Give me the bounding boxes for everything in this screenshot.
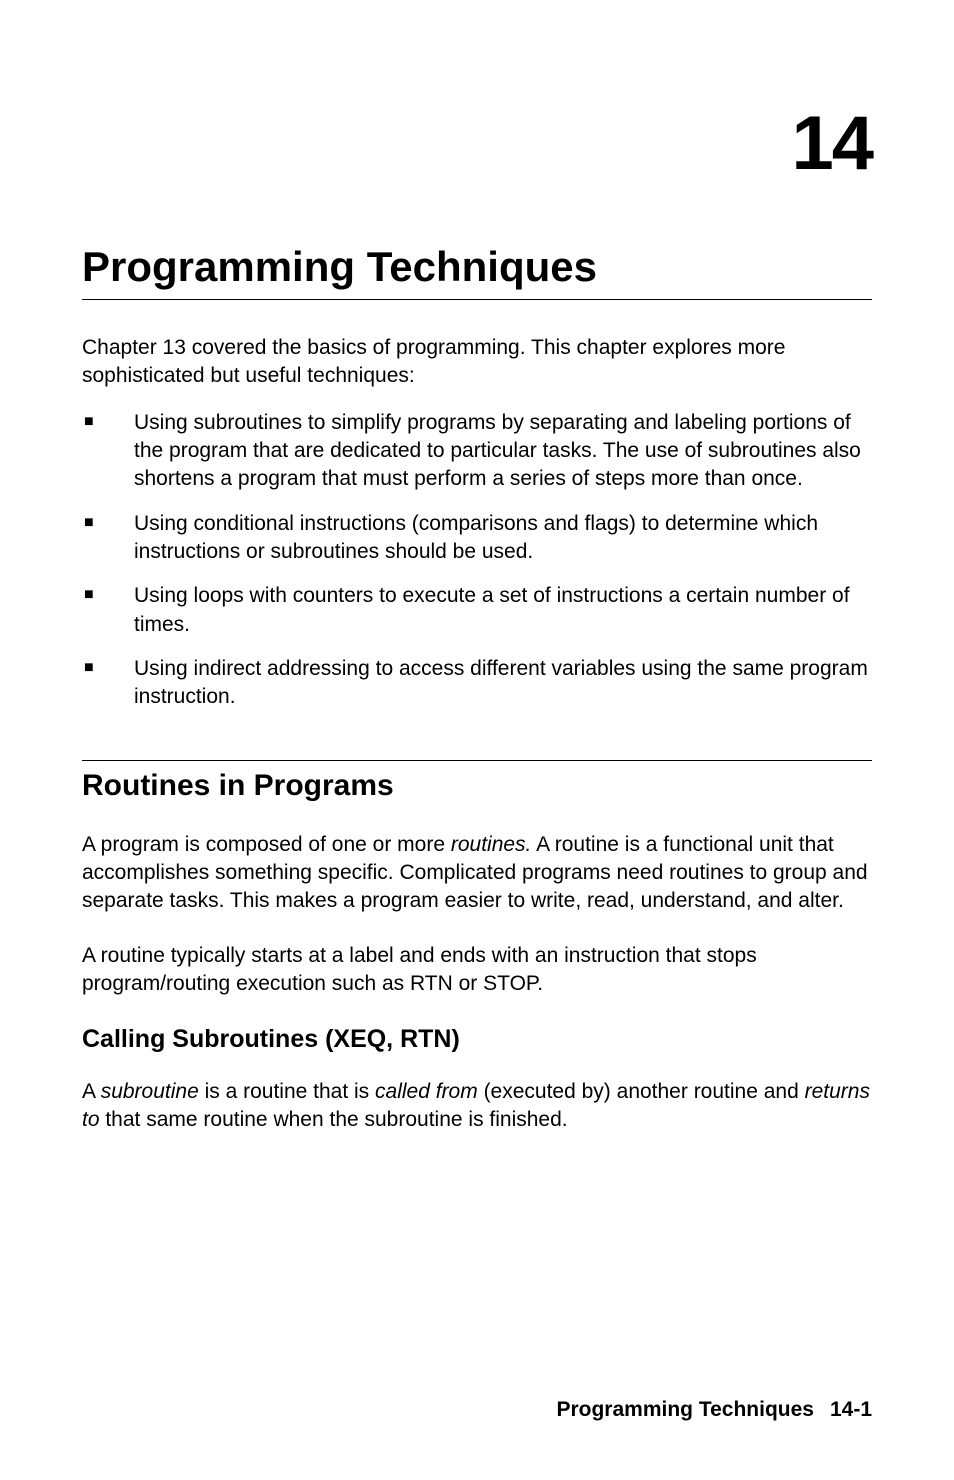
- italic-text: called from: [375, 1080, 478, 1103]
- list-item: Using indirect addressing to access diff…: [82, 655, 872, 712]
- intro-paragraph: Chapter 13 covered the basics of program…: [82, 334, 872, 391]
- footer-label: Programming Techniques: [556, 1398, 814, 1421]
- subsection-title: Calling Subroutines (XEQ, RTN): [82, 1025, 872, 1054]
- list-item: Using loops with counters to execute a s…: [82, 582, 872, 639]
- list-item: Using conditional instructions (comparis…: [82, 510, 872, 567]
- text-run: A program is composed of one or more: [82, 833, 451, 856]
- italic-text: subroutine: [101, 1080, 199, 1103]
- section-title: Routines in Programs: [82, 760, 872, 803]
- text-run: is a routine that is: [199, 1080, 375, 1103]
- section-paragraph: A program is composed of one or more rou…: [82, 831, 872, 916]
- page-footer: Programming Techniques 14-1: [556, 1398, 872, 1422]
- subsection-paragraph: A subroutine is a routine that is called…: [82, 1078, 872, 1135]
- text-run: (executed by) another routine and: [478, 1080, 805, 1103]
- chapter-title: Programming Techniques: [82, 243, 872, 300]
- italic-text: routines.: [451, 833, 532, 856]
- section-paragraph: A routine typically starts at a label an…: [82, 942, 872, 999]
- footer-page-number: 14-1: [830, 1398, 872, 1421]
- technique-list: Using subroutines to simplify programs b…: [82, 409, 872, 712]
- list-item: Using subroutines to simplify programs b…: [82, 409, 872, 494]
- chapter-number: 14: [82, 100, 872, 187]
- text-run: that same routine when the subroutine is…: [100, 1108, 568, 1131]
- text-run: A: [82, 1080, 101, 1103]
